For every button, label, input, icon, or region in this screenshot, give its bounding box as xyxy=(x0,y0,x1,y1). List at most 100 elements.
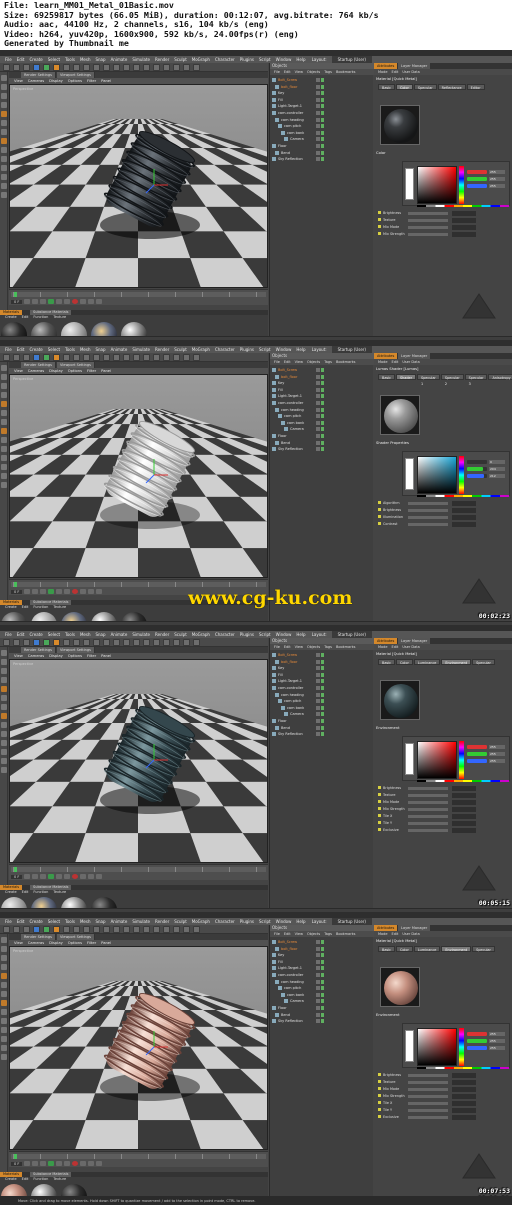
material-menu-item[interactable]: Function xyxy=(33,890,48,895)
object-menu-item[interactable]: Objects xyxy=(307,359,320,365)
toolbar-button[interactable] xyxy=(103,354,110,361)
object-row[interactable]: cam.controller xyxy=(272,110,372,116)
toolbar-button[interactable] xyxy=(83,639,90,646)
object-row[interactable]: Fill xyxy=(272,959,372,965)
menu-item-animate[interactable]: Animate xyxy=(111,346,128,353)
toolbar-button[interactable] xyxy=(23,354,30,361)
menu-item-sculpt[interactable]: Sculpt xyxy=(174,918,187,925)
menu-item-snap[interactable]: Snap xyxy=(95,346,105,353)
enabled-checkmark[interactable] xyxy=(321,672,324,677)
menu-item-create[interactable]: Create xyxy=(29,346,42,353)
channel-tab[interactable]: Basic xyxy=(378,374,395,380)
toolbar-button[interactable] xyxy=(3,354,10,361)
material-swatch[interactable] xyxy=(121,322,147,336)
tool-icon[interactable] xyxy=(1,365,7,371)
attribute-menu-item[interactable]: Mode xyxy=(378,69,388,75)
visibility-flags[interactable] xyxy=(316,84,320,89)
object-row[interactable]: cam heading xyxy=(272,117,372,123)
visibility-flags[interactable] xyxy=(316,78,320,82)
slider-value[interactable]: 255 xyxy=(489,1039,505,1043)
menu-item-edit[interactable]: Edit xyxy=(17,346,25,353)
menu-item-mograph[interactable]: MoGraph xyxy=(192,346,210,353)
visibility-flags[interactable] xyxy=(316,111,320,115)
property-slider[interactable] xyxy=(408,233,448,236)
tool-icon[interactable] xyxy=(1,84,7,90)
object-row[interactable]: Light.Target.1 xyxy=(272,393,372,399)
playback-button[interactable] xyxy=(72,589,79,594)
channel-tab[interactable]: Environment xyxy=(441,659,472,665)
toolbar-button[interactable] xyxy=(173,64,180,71)
slider-track[interactable] xyxy=(467,474,487,478)
toolbar-button[interactable] xyxy=(93,926,100,933)
tool-icon[interactable] xyxy=(1,410,7,416)
menu-item-window[interactable]: Window xyxy=(276,56,292,63)
enabled-checkmark[interactable] xyxy=(321,407,324,412)
tool-icon[interactable] xyxy=(1,455,7,461)
enabled-checkmark[interactable] xyxy=(321,427,324,432)
visibility-flags[interactable] xyxy=(316,959,320,964)
visibility-flags[interactable] xyxy=(316,686,320,690)
visibility-flags[interactable] xyxy=(316,381,320,386)
visibility-flags[interactable] xyxy=(316,1012,320,1017)
playback-button[interactable] xyxy=(40,1161,47,1166)
channel-tab[interactable]: Shader xyxy=(395,374,416,380)
menu-item-character[interactable]: Character xyxy=(215,56,235,63)
toolbar-button[interactable] xyxy=(133,354,140,361)
enabled-checkmark[interactable] xyxy=(321,692,324,697)
object-row[interactable]: Bolt_Screw xyxy=(272,652,372,658)
menu-item-snap[interactable]: Snap xyxy=(95,56,105,63)
menu-item-tools[interactable]: Tools xyxy=(65,56,75,63)
channel-tab[interactable]: Specular 3 xyxy=(464,374,488,386)
visibility-flags[interactable] xyxy=(316,150,320,155)
toolbar-button[interactable] xyxy=(183,64,190,71)
object-row[interactable]: bolt_floor xyxy=(272,946,372,952)
frame-field[interactable]: 0 F xyxy=(11,299,23,304)
channel-tab[interactable]: Color xyxy=(395,659,413,665)
menu-item-mesh[interactable]: Mesh xyxy=(80,56,91,63)
menu-item-help[interactable]: Help xyxy=(296,918,305,925)
object-row[interactable]: cam.controller xyxy=(272,685,372,691)
playback-button[interactable] xyxy=(80,299,87,304)
tool-icon[interactable] xyxy=(1,473,7,479)
object-row[interactable]: Bend xyxy=(272,725,372,731)
tool-icon[interactable] xyxy=(1,120,7,126)
channel-tab[interactable]: Color xyxy=(395,946,413,952)
object-menu-item[interactable]: Edit xyxy=(284,359,291,365)
menu-item-help[interactable]: Help xyxy=(296,631,305,638)
toolbar-button[interactable] xyxy=(133,639,140,646)
enabled-checkmark[interactable] xyxy=(321,78,324,82)
tool-icon[interactable] xyxy=(1,1018,7,1024)
property-slider[interactable] xyxy=(408,219,448,222)
material-menu-item[interactable]: Edit xyxy=(22,605,29,610)
object-row[interactable]: cam.controller xyxy=(272,972,372,978)
rgb-slider-row[interactable]: 255 xyxy=(467,1039,509,1043)
object-row[interactable]: cam pitch xyxy=(272,985,372,991)
enabled-checkmark[interactable] xyxy=(321,414,324,419)
visibility-flags[interactable] xyxy=(316,130,320,135)
timeline-cursor[interactable] xyxy=(14,867,17,872)
playback-button[interactable] xyxy=(40,299,47,304)
object-menu-item[interactable]: View xyxy=(295,69,303,75)
menu-item-mograph[interactable]: MoGraph xyxy=(192,918,210,925)
object-row[interactable]: cam pitch xyxy=(272,698,372,704)
property-slider[interactable] xyxy=(408,1109,448,1112)
visibility-flags[interactable] xyxy=(316,97,320,102)
object-row[interactable]: Camera xyxy=(272,426,372,432)
material-menu-item[interactable]: Create xyxy=(5,605,17,610)
property-slider[interactable] xyxy=(408,226,448,229)
tool-icon[interactable] xyxy=(1,383,7,389)
object-row[interactable]: cam pitch xyxy=(272,123,372,129)
enabled-checkmark[interactable] xyxy=(321,84,324,89)
frame-field[interactable]: 0 F xyxy=(11,874,23,879)
timeline-ruler[interactable] xyxy=(11,292,266,297)
tool-icon[interactable] xyxy=(1,165,7,171)
enabled-checkmark[interactable] xyxy=(321,686,324,690)
toolbar-button[interactable] xyxy=(153,64,160,71)
property-value[interactable] xyxy=(452,522,476,527)
object-row[interactable]: cam bank xyxy=(272,130,372,136)
material-menu-item[interactable]: Create xyxy=(5,1177,17,1182)
tool-icon[interactable] xyxy=(1,174,7,180)
material-menu-item[interactable]: Create xyxy=(5,315,17,320)
enabled-checkmark[interactable] xyxy=(321,732,324,737)
toolbar-button[interactable] xyxy=(3,64,10,71)
